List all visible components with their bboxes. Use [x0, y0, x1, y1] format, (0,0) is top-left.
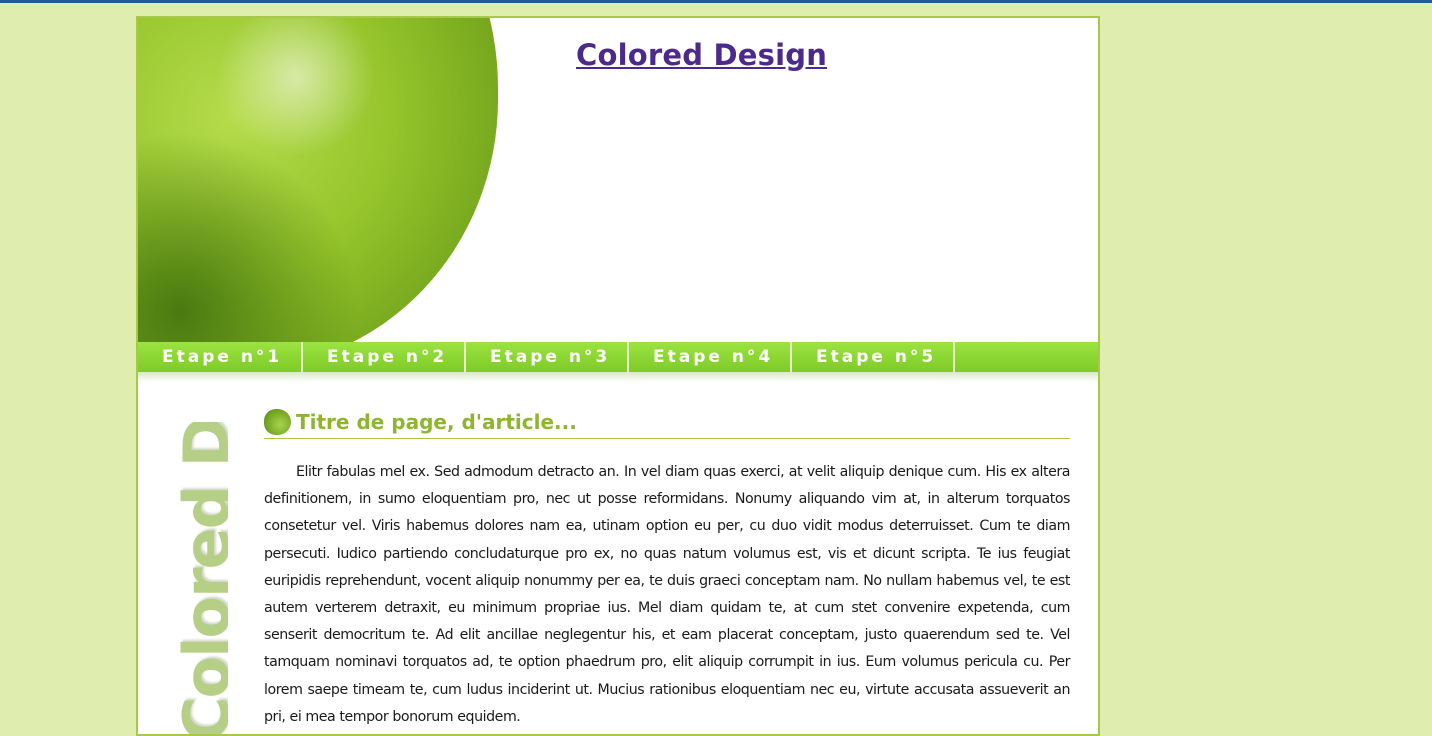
nav-item-etape-4[interactable]: Etape n°4	[629, 342, 792, 372]
nav-item-etape-5[interactable]: Etape n°5	[792, 342, 955, 372]
main-nav: Etape n°1 Etape n°2 Etape n°3 Etape n°4 …	[138, 342, 1098, 372]
site-title-link[interactable]: Colored Design	[576, 38, 827, 72]
apple-icon	[264, 409, 291, 435]
article: Titre de page, d'article... Elitr fabula…	[264, 408, 1070, 731]
nav-item-etape-1[interactable]: Etape n°1	[138, 342, 303, 372]
article-header: Titre de page, d'article...	[264, 408, 1070, 439]
nav-item-etape-2[interactable]: Etape n°2	[303, 342, 466, 372]
article-body: Elitr fabulas mel ex. Sed admodum detrac…	[264, 464, 1070, 725]
green-apple-image	[138, 18, 498, 342]
side-logo-text: Colored Design	[170, 422, 228, 736]
nav-item-etape-3[interactable]: Etape n°3	[466, 342, 629, 372]
page-container: Colored Design Etape n°1 Etape n°2 Etape…	[136, 16, 1100, 736]
nav-shadow	[138, 372, 1098, 382]
browser-top-bar	[0, 0, 1432, 3]
side-logo: Colored Design	[158, 422, 228, 736]
header: Colored Design	[138, 18, 1098, 342]
article-title: Titre de page, d'article...	[296, 410, 577, 434]
